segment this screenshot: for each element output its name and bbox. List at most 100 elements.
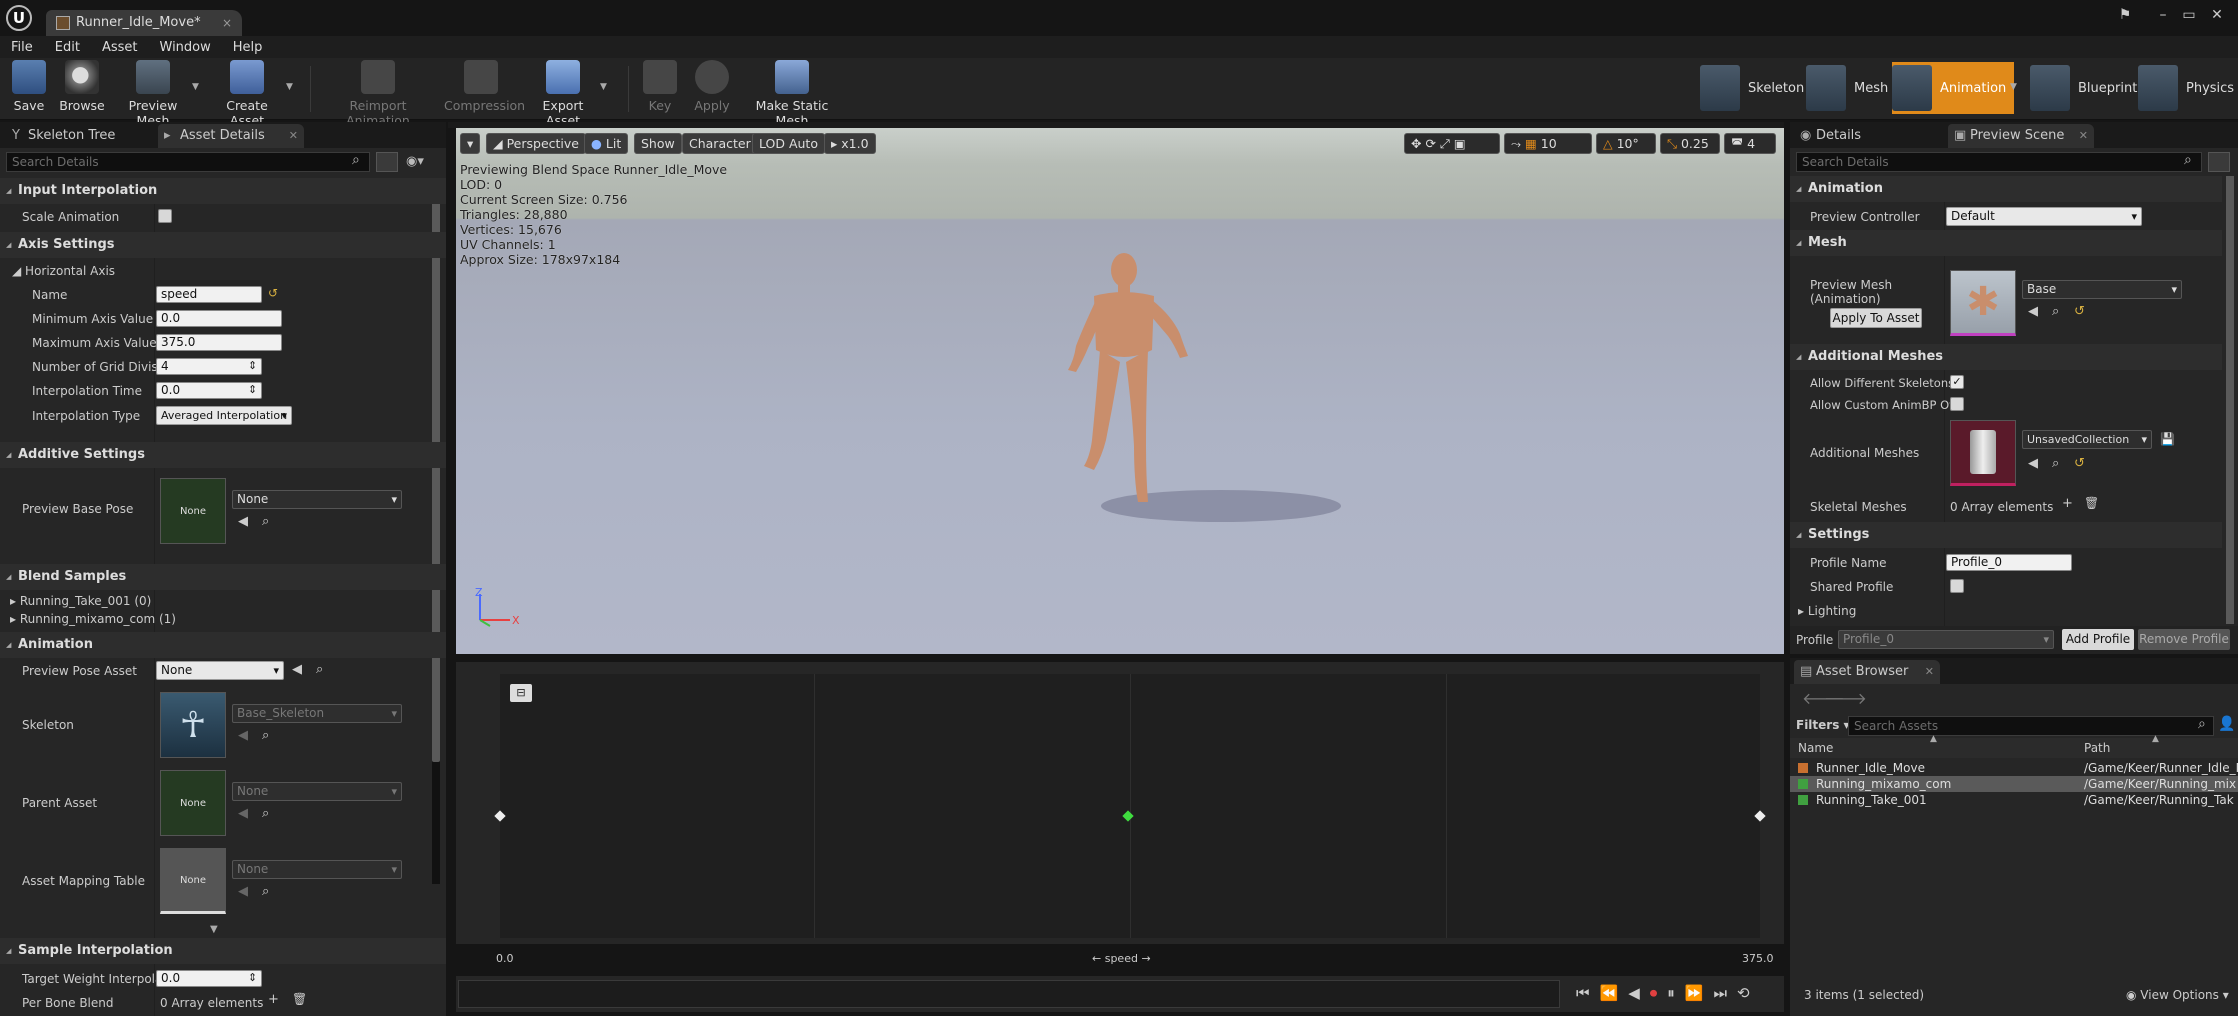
preview-mesh-dropdown[interactable]: Base (2022, 280, 2182, 299)
transform-tools-group[interactable]: ✥ ⟳ ⤢ ▣ (1404, 133, 1500, 154)
use-selected-arrow-icon[interactable]: ◀ (292, 662, 302, 677)
filters-dropdown[interactable]: Filters ▾ (1796, 718, 1850, 732)
rotation-snap-group[interactable]: △ 10° (1596, 133, 1656, 154)
property-matrix-icon[interactable] (376, 152, 398, 172)
menu-window[interactable]: Window (160, 40, 211, 55)
use-selected-arrow-icon[interactable]: ◀ (2028, 304, 2038, 319)
pause-icon[interactable]: ⏸ (1667, 984, 1675, 1002)
document-tab[interactable]: Runner_Idle_Move* × (46, 10, 242, 36)
asset-row[interactable]: Runner_Idle_Move /Game/Keer/Runner_Idle_… (1790, 760, 2238, 776)
apply-button[interactable]: Apply (692, 60, 732, 118)
grid-division-input[interactable]: 4 (156, 358, 262, 375)
character-mesh[interactable] (1016, 250, 1356, 550)
browse-button[interactable]: Browse (58, 60, 106, 118)
lod-button[interactable]: LOD Auto (752, 133, 825, 154)
mode-skeleton[interactable]: Skeleton (1700, 62, 1804, 114)
forward-arrow-icon[interactable]: 🡒 (1824, 688, 1867, 708)
browse-search-icon[interactable]: ⌕ (2052, 304, 2059, 319)
tab-close-icon[interactable]: ✕ (2079, 124, 2088, 148)
column-name[interactable]: Name (1798, 741, 1833, 755)
reset-to-default-icon[interactable]: ↺ (268, 286, 278, 300)
play-reverse-icon[interactable]: ◀ (1628, 984, 1640, 1002)
blend-space-editor[interactable]: ⊟ 0.0 ← speed → 375.0 (456, 662, 1784, 965)
section-axis-settings[interactable]: Axis Settings (0, 232, 446, 258)
skip-to-end-icon[interactable]: ⏭ (1713, 984, 1727, 1002)
tab-asset-browser[interactable]: ▤ Asset Browser ✕ (1794, 660, 1940, 684)
details-search-input[interactable]: Search Details (1796, 152, 2202, 172)
section-settings[interactable]: Settings (1790, 522, 2222, 548)
browse-search-icon[interactable]: ⌕ (2052, 456, 2059, 471)
mapping-table-thumbnail[interactable]: None (160, 848, 226, 914)
add-element-icon[interactable]: + (268, 992, 279, 1007)
skeleton-thumbnail[interactable]: ☥ (160, 692, 226, 758)
tab-close-icon[interactable]: × (222, 10, 232, 36)
key-button[interactable]: Key (642, 60, 678, 118)
step-back-icon[interactable]: ⏪ (1600, 984, 1619, 1002)
tab-preview-scene-settings[interactable]: ▣ Preview Scene Sett ✕ (1948, 124, 2094, 167)
target-weight-input[interactable]: 0.0 (156, 970, 262, 987)
max-axis-input[interactable]: 375.0 (156, 334, 282, 351)
remove-profile-button[interactable]: Remove Profile (2138, 629, 2230, 650)
make-static-mesh-button[interactable]: Make Static Mesh (742, 60, 842, 128)
min-axis-input[interactable]: 0.0 (156, 310, 282, 327)
section-sample-interpolation[interactable]: Sample Interpolation (0, 938, 446, 964)
feedback-icon[interactable]: ⚑ (2112, 4, 2138, 26)
save-button[interactable]: Save (8, 60, 50, 118)
blend-space-grid[interactable] (494, 674, 1766, 938)
allow-custom-animbp-checkbox[interactable] (1950, 397, 1964, 411)
sort-asc-icon[interactable]: ▲ (1930, 734, 1937, 744)
section-additional-meshes[interactable]: Additional Meshes (1790, 344, 2222, 370)
export-dropdown-icon[interactable]: ▼ (600, 82, 607, 92)
menu-help[interactable]: Help (233, 40, 263, 55)
apply-to-asset-button[interactable]: Apply To Asset (1830, 308, 1922, 328)
perspective-button[interactable]: ◢ Perspective (486, 133, 586, 154)
spin-icon[interactable]: ⇕ (248, 359, 257, 372)
tab-close-icon[interactable]: ✕ (289, 124, 298, 148)
compression-button[interactable]: Compression (444, 60, 525, 118)
additional-meshes-dropdown[interactable]: UnsavedCollection (2022, 430, 2152, 449)
eye-visibility-icon[interactable]: ◉▾ (406, 154, 424, 169)
viewport-options-dropdown[interactable]: ▾ (460, 133, 480, 154)
add-element-icon[interactable]: + (2062, 496, 2073, 511)
section-animation[interactable]: Animation (1790, 176, 2222, 202)
show-button[interactable]: Show (634, 133, 682, 154)
expand-advanced-icon[interactable]: ▼ (210, 924, 218, 935)
lighting-category[interactable]: ▸ Lighting (1798, 604, 1856, 618)
column-path[interactable]: Path (2084, 741, 2110, 755)
profile-name-input[interactable]: Profile_0 (1946, 554, 2072, 571)
view-options-button[interactable]: ◉ View Options ▾ (2126, 988, 2229, 1002)
skeleton-dropdown[interactable]: Base_Skeleton (232, 704, 402, 723)
trash-icon[interactable]: 🗑 (2084, 496, 2099, 510)
create-asset-dropdown-icon[interactable]: ▼ (286, 82, 293, 92)
blend-sample-item[interactable]: ▸ Running_Take_001 (0) (10, 594, 151, 608)
section-input-interpolation[interactable]: Input Interpolation (0, 178, 446, 204)
loop-icon[interactable]: ⟲ (1737, 984, 1750, 1002)
details-search-input[interactable]: Search Details (6, 152, 370, 172)
mode-animation[interactable]: Animation (1892, 62, 2015, 114)
user-icon[interactable]: 👤 (2218, 716, 2235, 732)
playback-speed-button[interactable]: ▸ x1.0 (824, 133, 876, 154)
sample-point[interactable] (494, 810, 506, 822)
save-collection-icon[interactable]: 💾 (2160, 432, 2175, 446)
browse-search-icon[interactable]: ⌕ (262, 514, 269, 529)
browse-search-icon[interactable]: ⌕ (262, 806, 269, 821)
menu-file[interactable]: File (11, 40, 33, 55)
preview-pose-dropdown[interactable]: None (156, 661, 284, 680)
asset-row-selected[interactable]: Running_mixamo_com /Game/Keer/Running_mi… (1790, 776, 2238, 792)
section-animation[interactable]: Animation (0, 632, 446, 658)
reset-to-default-icon[interactable]: ↺ (2074, 304, 2085, 319)
shared-profile-checkbox[interactable] (1950, 579, 1964, 593)
mapping-table-dropdown[interactable]: None (232, 860, 402, 879)
asset-search-input[interactable]: Search Assets (1848, 716, 2214, 736)
tab-close-icon[interactable]: ✕ (1925, 660, 1934, 684)
column-splitter[interactable] (154, 178, 155, 1016)
interp-type-dropdown[interactable]: Averaged Interpolation (156, 406, 292, 425)
mode-physics[interactable]: Physics (2138, 62, 2234, 114)
details-scrollbar[interactable] (2226, 176, 2234, 624)
scale-animation-checkbox[interactable] (158, 209, 172, 223)
tab-asset-details[interactable]: ▸ Asset Details ✕ (158, 124, 304, 148)
section-mesh[interactable]: Mesh (1790, 230, 2222, 256)
property-matrix-icon[interactable] (2208, 152, 2230, 172)
grid-options-icon[interactable]: ⊟ (510, 684, 532, 702)
browse-search-icon[interactable]: ⌕ (262, 884, 269, 899)
